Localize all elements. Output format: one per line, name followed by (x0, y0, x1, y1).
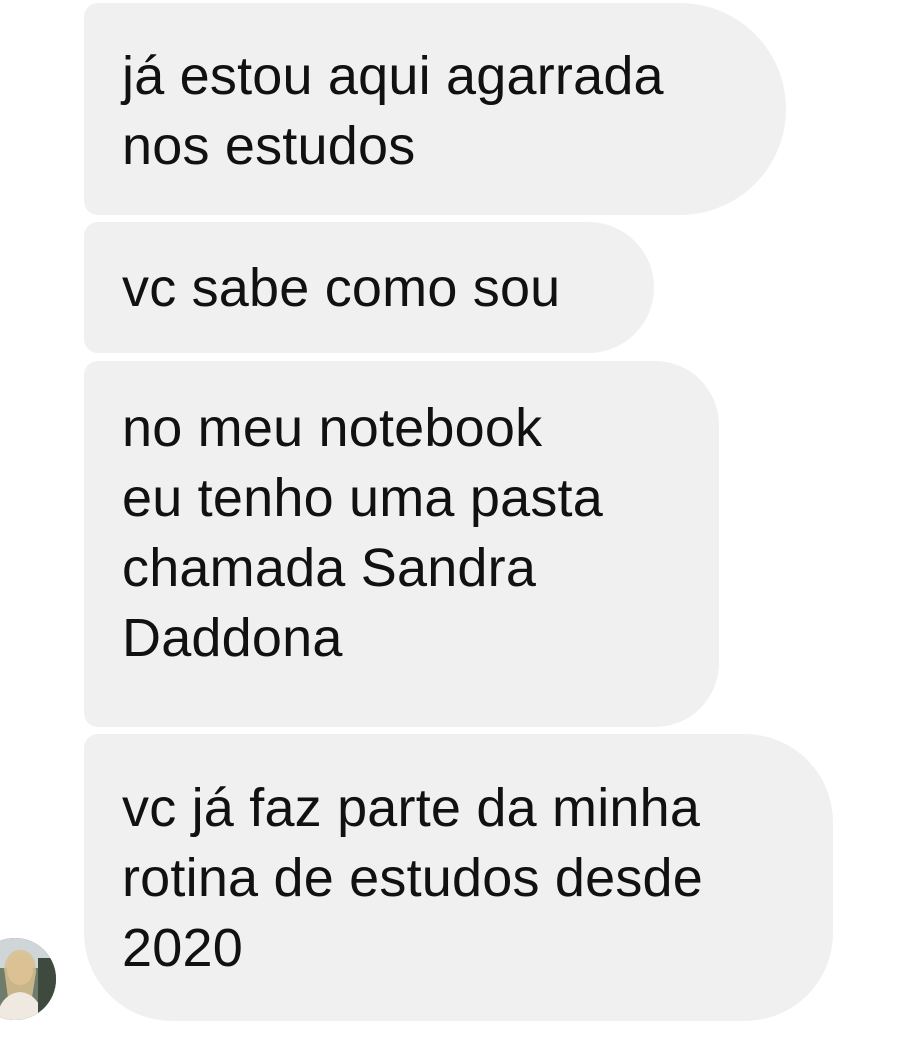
message-line: vc já faz parte da minha (122, 778, 701, 838)
message-line: nos estudos (122, 116, 416, 176)
message-bubble[interactable]: vc já faz parte da minha rotina de estud… (84, 734, 833, 1021)
message-thread: já estou aqui agarrada nos estudos vc sa… (0, 0, 912, 1044)
message-line: 2020 (122, 918, 243, 978)
sender-avatar[interactable] (0, 938, 56, 1020)
profile-photo-icon (0, 938, 56, 1020)
message-line: vc sabe como sou (122, 258, 561, 318)
message-line: eu tenho uma pasta (122, 468, 603, 528)
message-line: já estou aqui agarrada (122, 46, 664, 106)
message-bubble[interactable]: no meu notebook eu tenho uma pasta chama… (84, 361, 719, 727)
message-line: rotina de estudos desde (122, 848, 704, 908)
message-bubble[interactable]: vc sabe como sou (84, 222, 654, 353)
message-line: chamada Sandra (122, 538, 537, 598)
message-line: no meu notebook (122, 398, 543, 458)
message-bubble[interactable]: já estou aqui agarrada nos estudos (84, 3, 786, 215)
message-line: Daddona (122, 608, 343, 668)
